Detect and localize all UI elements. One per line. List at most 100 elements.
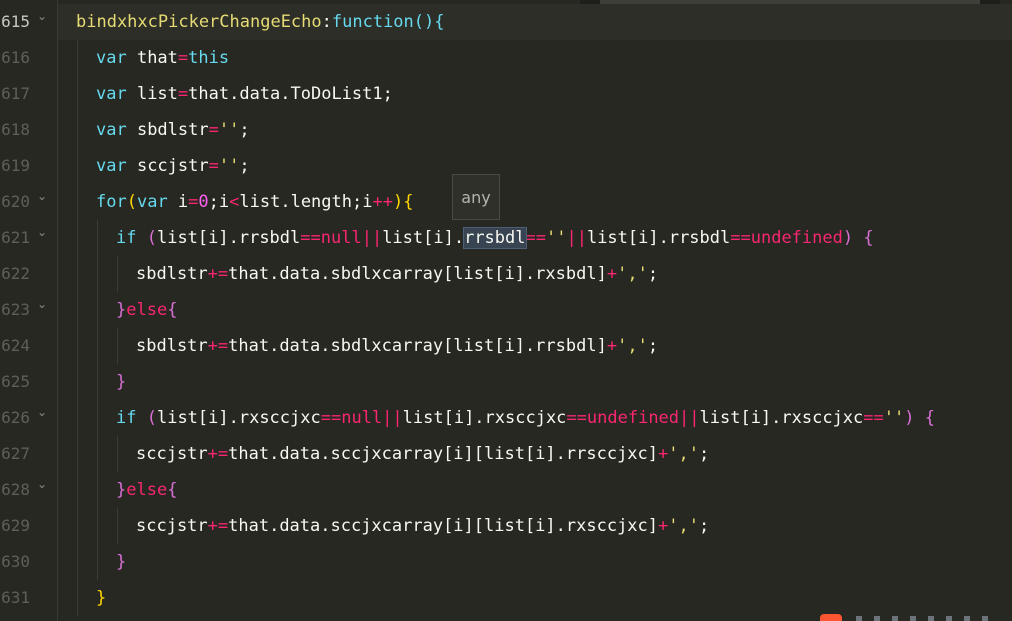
fold-chevron-icon[interactable]: ⌄ [36, 226, 48, 238]
code-token: sccjstr [136, 444, 208, 464]
code-token: list [136, 84, 178, 104]
code-line-text: for(var i=0;i<list.length;i++){ [96, 184, 413, 220]
line-number: 627 [1, 444, 30, 463]
code-token: if [116, 228, 147, 248]
line-number: 626 [1, 408, 30, 427]
code-line-text: var sbdlstr=''; [96, 112, 250, 148]
code-token: += [207, 264, 229, 284]
code-token: } [116, 300, 127, 320]
code-token: ( [126, 192, 137, 212]
code-line[interactable]: for(var i=0;i<list.length;i++){ [58, 184, 1012, 220]
code-line-text: sbdlstr+=that.data.sbdlxcarray[list[i].r… [136, 328, 658, 364]
code-token: that.data.sbdlxcarray[list[i].rrsbdl] [228, 336, 607, 356]
code-token: ; [698, 516, 710, 536]
code-line-text: var list=that.data.ToDoList1; [96, 76, 393, 112]
code-token: ;i [208, 192, 230, 212]
code-token: || [679, 408, 700, 428]
fold-chevron-icon[interactable]: ⌄ [36, 478, 48, 490]
code-token: = [208, 120, 219, 140]
code-token: = [177, 48, 189, 68]
code-token: } [96, 588, 107, 608]
code-token: ',' [668, 516, 699, 536]
code-token: that.data.sccjxcarray[i][list[i].rxsccjx… [228, 516, 659, 536]
code-token: var [136, 192, 178, 212]
code-line-text: sccjstr+=that.data.sccjxcarray[i][list[i… [136, 508, 709, 544]
code-token: ',' [617, 264, 648, 284]
code-line[interactable]: } [58, 580, 1012, 616]
code-line[interactable]: sbdlstr+=that.data.sbdlxcarray[list[i].r… [58, 256, 1012, 292]
code-token: ++ [372, 192, 393, 212]
fold-chevron-icon[interactable]: ⌄ [36, 298, 48, 310]
code-token: ; [647, 336, 659, 356]
code-token: undefined [750, 228, 843, 248]
code-line[interactable]: if (list[i].rxsccjxc==null||list[i].rxsc… [58, 400, 1012, 436]
code-line[interactable]: var that=this [58, 40, 1012, 76]
code-token: undefined [586, 408, 680, 428]
code-token: var [96, 120, 137, 140]
code-token: { [167, 480, 178, 500]
code-token: + [658, 444, 669, 464]
code-token: ; [239, 120, 250, 140]
code-token: that.data.ToDoList1; [188, 84, 393, 104]
code-line[interactable]: var sbdlstr=''; [58, 112, 1012, 148]
code-token: 0 [198, 192, 209, 212]
code-token: '' [883, 408, 905, 428]
code-token: ',' [617, 336, 648, 356]
code-token: { [167, 300, 178, 320]
code-token: ; [698, 444, 710, 464]
code-token: + [606, 336, 618, 356]
code-token: '' [218, 156, 240, 176]
code-editor[interactable]: bindxhxcPickerChangeEcho:function(){var … [0, 0, 1012, 621]
code-token: sccjstr [136, 156, 209, 176]
code-token: list[i].rrsbdl [156, 228, 301, 248]
code-token: += [207, 336, 229, 356]
code-token: == [525, 228, 546, 248]
code-token: == [320, 408, 342, 428]
code-token: } [116, 480, 127, 500]
code-token: + [606, 264, 618, 284]
type-hover-tooltip: any [452, 174, 500, 220]
code-line[interactable]: var list=that.data.ToDoList1; [58, 76, 1012, 112]
code-line[interactable]: bindxhxcPickerChangeEcho:function(){ [58, 4, 1012, 40]
line-number: 616 [1, 48, 30, 67]
code-line[interactable]: sccjstr+=that.data.sccjxcarray[i][list[i… [58, 508, 1012, 544]
code-token: ; [647, 264, 659, 284]
code-line[interactable]: sccjstr+=that.data.sccjxcarray[i][list[i… [58, 436, 1012, 472]
code-line[interactable]: } [58, 364, 1012, 400]
code-token: list[i].rrsbdl [586, 228, 731, 248]
code-token: function [331, 12, 414, 32]
line-number: 622 [1, 264, 30, 283]
line-number: 630 [1, 552, 30, 571]
code-token: ',' [668, 444, 699, 464]
code-token: { [434, 12, 445, 32]
code-token: '' [218, 120, 240, 140]
watermark-logo [820, 614, 842, 621]
highlighted-token: rrsbdl [463, 227, 527, 249]
indent-guide [117, 256, 118, 292]
code-token: list.length;i [239, 192, 373, 212]
code-line[interactable]: sbdlstr+=that.data.sbdlxcarray[list[i].r… [58, 328, 1012, 364]
code-line[interactable]: if (list[i].rrsbdl==null||list[i].rrsbdl… [58, 220, 1012, 256]
code-token: sccjstr [136, 516, 208, 536]
fold-chevron-icon[interactable]: ⌄ [36, 406, 48, 418]
code-line-text: sbdlstr+=that.data.sbdlxcarray[list[i].r… [136, 256, 658, 292]
indent-guide [117, 436, 118, 472]
code-line[interactable]: var sccjstr=''; [58, 148, 1012, 184]
code-token: '' [545, 228, 567, 248]
fold-chevron-icon[interactable]: ⌄ [36, 190, 48, 202]
code-token: else [126, 480, 168, 500]
code-line[interactable]: }else{ [58, 472, 1012, 508]
code-token: ) [904, 408, 915, 428]
code-line-text: } [116, 364, 126, 400]
code-token: ) [842, 228, 854, 248]
code-line-text: var that=this [96, 40, 229, 76]
code-token: ( [146, 408, 157, 428]
code-token: for [96, 192, 127, 212]
code-line[interactable]: } [58, 544, 1012, 580]
code-token: || [382, 408, 403, 428]
fold-chevron-icon[interactable]: ⌄ [36, 10, 48, 22]
code-token: == [300, 228, 321, 248]
code-line[interactable]: }else{ [58, 292, 1012, 328]
code-line-text: }else{ [116, 472, 177, 508]
